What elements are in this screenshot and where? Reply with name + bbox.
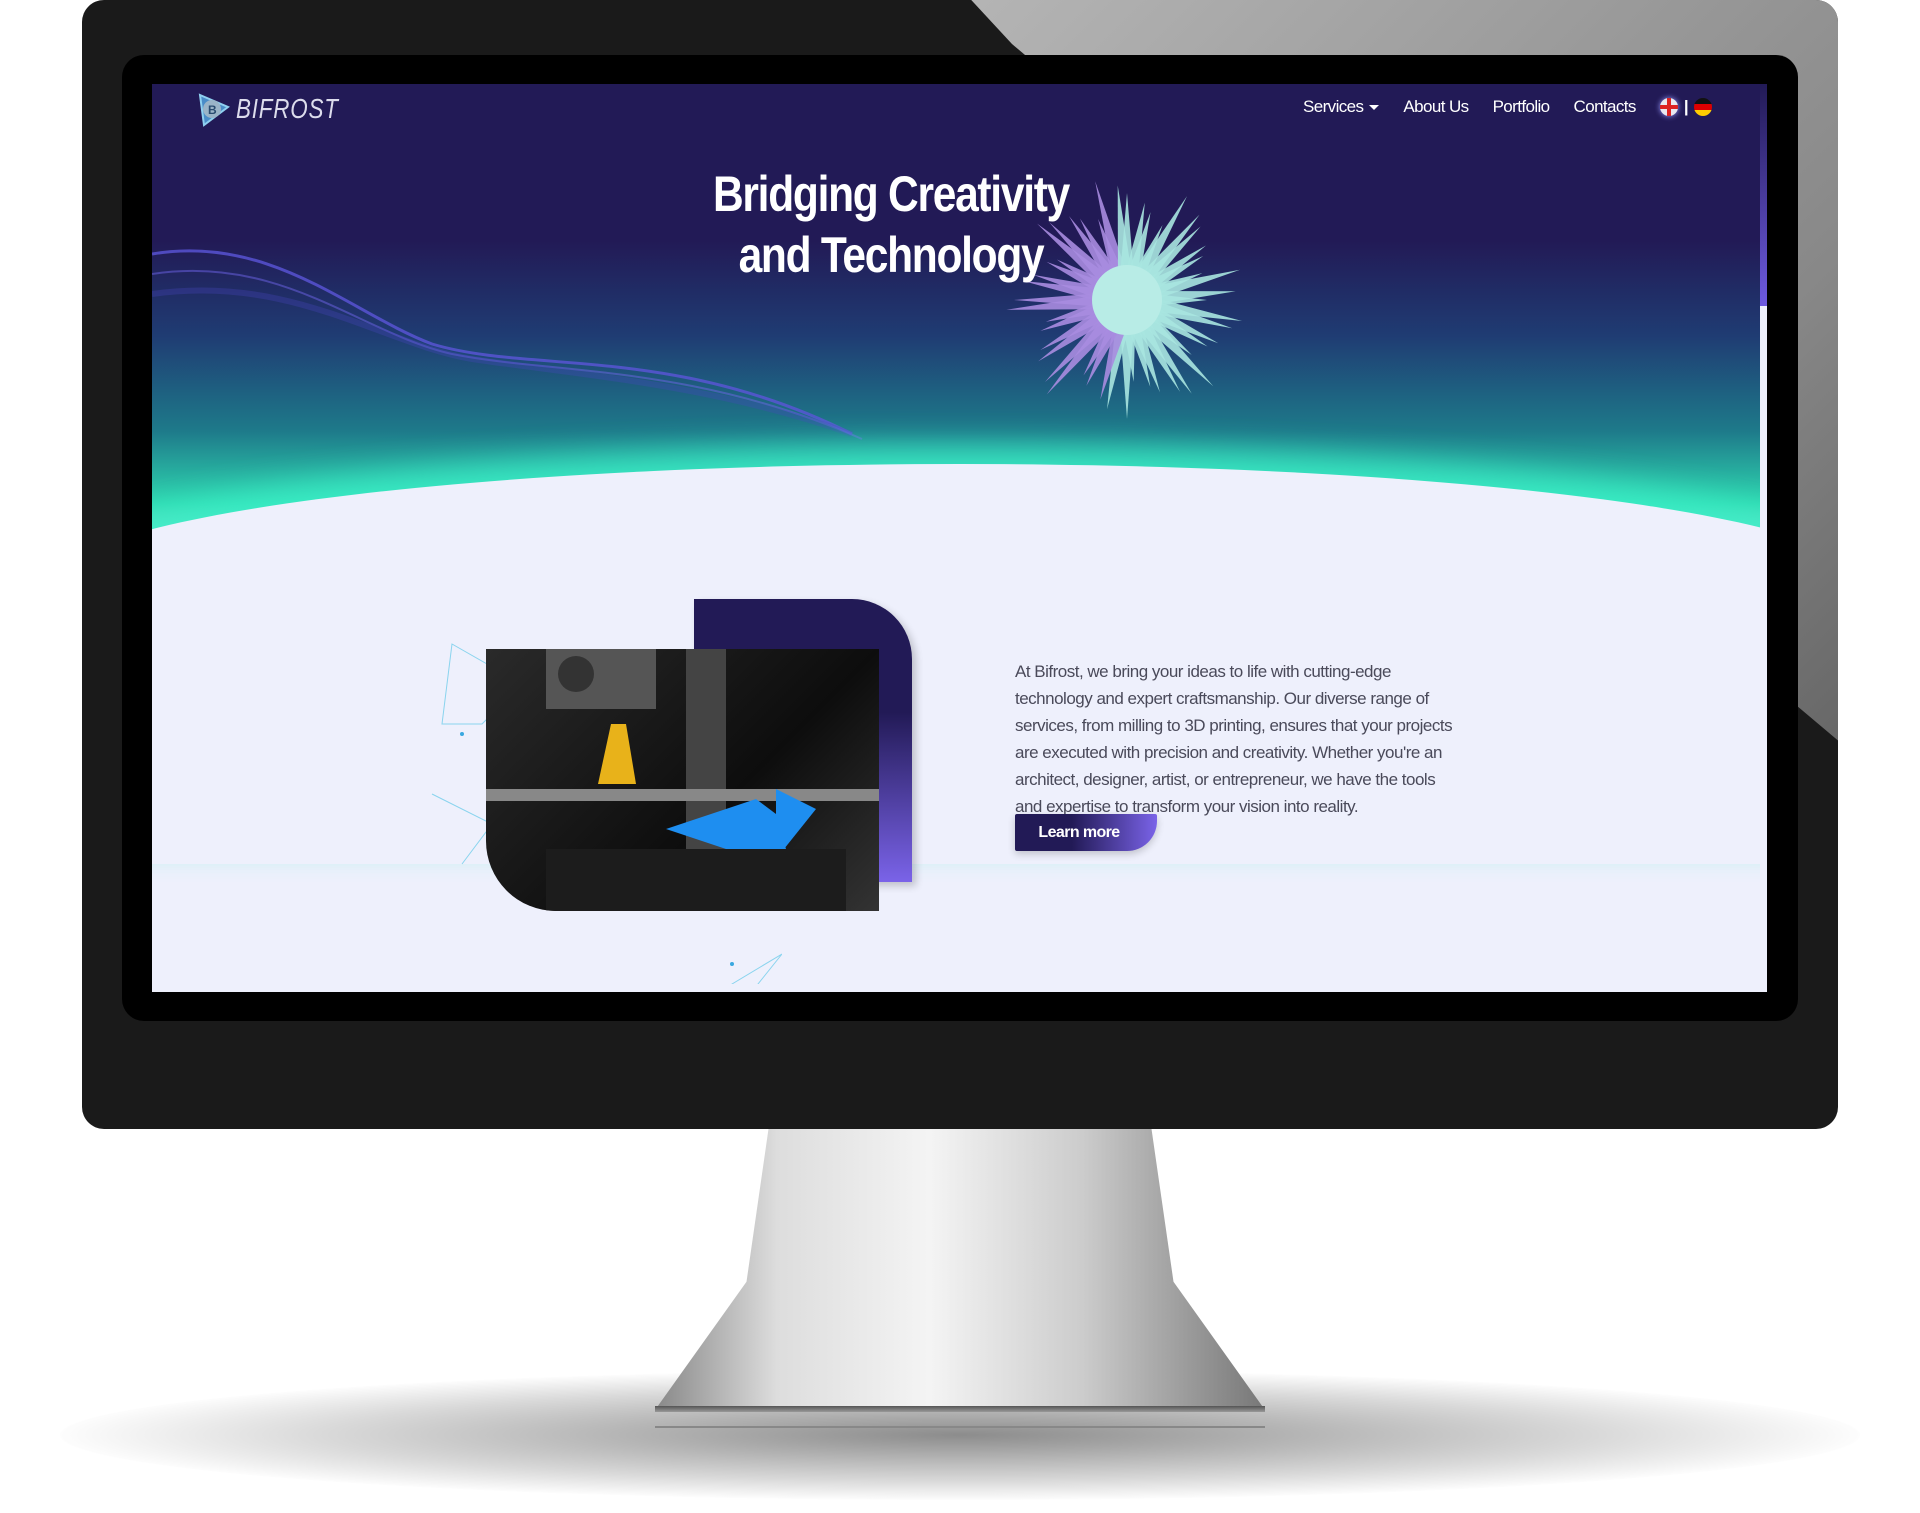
monitor-base-edge bbox=[655, 1426, 1265, 1428]
monitor-base bbox=[655, 1406, 1265, 1412]
lang-separator: | bbox=[1683, 97, 1689, 116]
brand-name: BIFROST bbox=[236, 93, 339, 124]
3d-printer-illustration bbox=[486, 649, 879, 911]
learn-more-button[interactable]: Learn more bbox=[1015, 814, 1157, 851]
hero-title: Bridging Creativity and Technology bbox=[636, 164, 1146, 286]
hero-title-line-2: and Technology bbox=[738, 227, 1045, 283]
svg-text:B: B bbox=[208, 103, 217, 117]
hero-curve bbox=[152, 464, 1767, 864]
scrollbar-track[interactable] bbox=[1760, 84, 1767, 992]
brand-logo[interactable]: B BIFROST bbox=[192, 89, 364, 129]
nav-portfolio[interactable]: Portfolio bbox=[1493, 97, 1551, 117]
nav-services-label: Services bbox=[1303, 97, 1364, 116]
website-screen: B BIFROST Services About Us Portfolio Co… bbox=[152, 84, 1767, 992]
uk-flag-icon[interactable] bbox=[1659, 98, 1678, 116]
german-flag-icon[interactable] bbox=[1694, 98, 1712, 116]
hero-title-line-1: Bridging Creativity bbox=[713, 166, 1070, 222]
monitor-stand bbox=[655, 1125, 1265, 1410]
main-nav: Services About Us Portfolio Contacts | bbox=[1303, 97, 1712, 117]
bifrost-logo-icon: B bbox=[198, 93, 230, 127]
scrollbar-thumb[interactable] bbox=[1760, 84, 1767, 306]
nav-contacts[interactable]: Contacts bbox=[1574, 97, 1637, 117]
language-switcher: | bbox=[1659, 97, 1712, 117]
caret-down-icon bbox=[1369, 105, 1380, 111]
3d-printer-photo bbox=[486, 649, 879, 911]
about-description: At Bifrost, we bring your ideas to life … bbox=[1015, 662, 1453, 816]
nav-about-us[interactable]: About Us bbox=[1403, 97, 1469, 117]
nav-services[interactable]: Services bbox=[1303, 97, 1380, 117]
